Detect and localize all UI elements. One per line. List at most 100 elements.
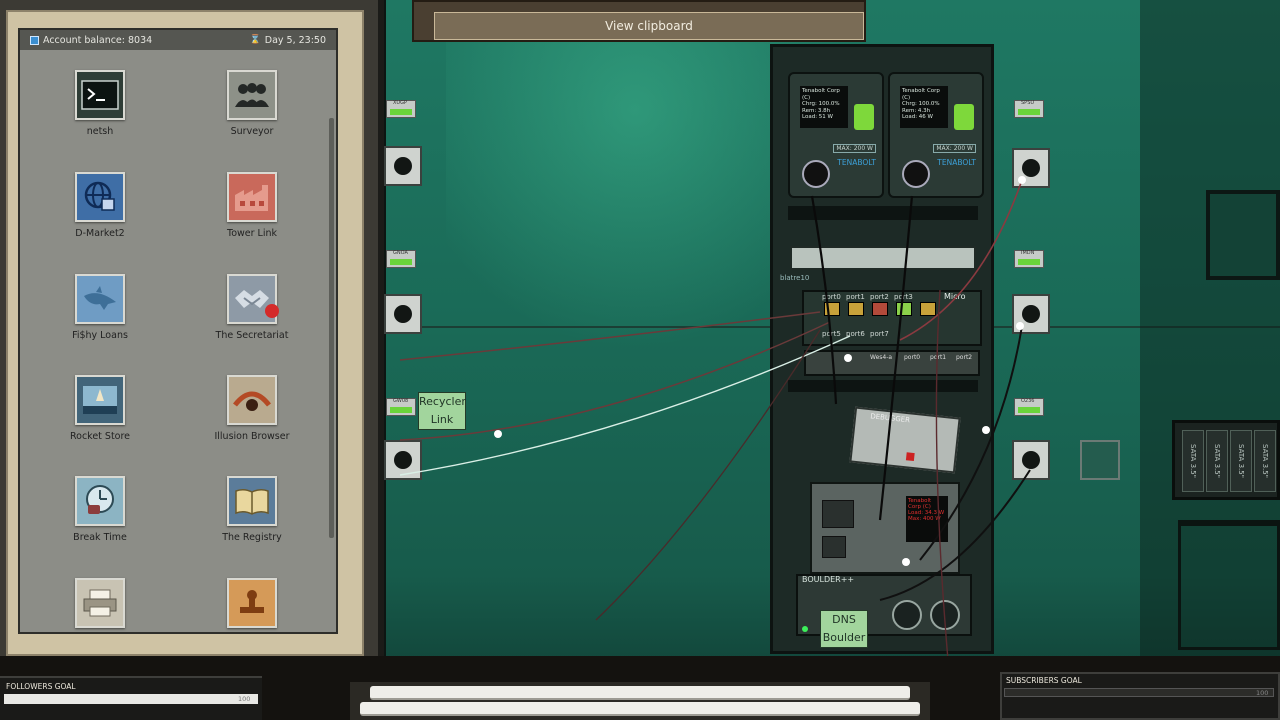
port-label: port0 xyxy=(904,354,921,361)
globe-icon[interactable] xyxy=(75,172,125,222)
server-unit[interactable]: Tenabolt Corp (C) Load: 34.3 W Max: 400 W xyxy=(810,482,960,574)
book-icon[interactable] xyxy=(227,476,277,526)
wall-outlet[interactable] xyxy=(1012,294,1050,334)
people-icon[interactable] xyxy=(227,70,277,120)
sata-drive[interactable]: SATA 3.5" xyxy=(1254,430,1276,492)
app-label: Rocket Store xyxy=(69,431,131,442)
wall-outlet[interactable] xyxy=(384,146,422,186)
router-port[interactable] xyxy=(872,302,888,316)
psu-max: MAX: 200 W xyxy=(933,144,976,153)
app-rocket-store[interactable]: Rocket Store xyxy=(50,375,150,442)
status-led xyxy=(802,626,808,632)
debugger-led xyxy=(905,452,915,462)
balance-icon xyxy=(30,35,39,45)
stamp-icon[interactable] xyxy=(227,578,277,628)
psu-left[interactable]: Tenabolt Corp (C) Chrg: 100.0% Rem: 3.8h Loa… xyxy=(788,72,884,198)
handshake-icon[interactable] xyxy=(227,274,279,324)
app-label: D-Market2 xyxy=(75,228,125,239)
eye-icon[interactable] xyxy=(227,375,277,425)
app-stamp[interactable] xyxy=(202,578,302,628)
rack-shelf xyxy=(788,206,978,220)
module-label: Wes4-a xyxy=(870,354,893,361)
router-port[interactable] xyxy=(848,302,864,316)
sata-drive[interactable]: SATA 3.5" xyxy=(1230,430,1252,492)
keyboard-row xyxy=(360,702,920,716)
factory-icon[interactable] xyxy=(227,172,277,222)
router-port[interactable] xyxy=(824,302,840,316)
wall-outlet[interactable] xyxy=(384,294,422,334)
app-label: The Registry xyxy=(222,532,282,543)
psu-display: Tenabolt Corp (C) Chrg: 100.0% Rem: 3.8h Loa… xyxy=(800,86,848,128)
app-netsh[interactable]: netsh xyxy=(50,70,150,137)
psu-brand: TENABOLT xyxy=(837,158,876,167)
keyboard xyxy=(350,682,930,720)
notification-dot xyxy=(265,304,279,318)
empty-wall-outlet[interactable] xyxy=(1080,440,1120,480)
network-switch[interactable] xyxy=(790,246,976,270)
dns-boulder-tag: DNS Boulder xyxy=(820,610,868,648)
status-bar: Account balance: 8034 ⌛ Day 5, 23:50 xyxy=(20,30,336,50)
fan-icon xyxy=(930,600,960,630)
psu-right[interactable]: Tenabolt Corp (C) Chrg: 100.0% Rem: 4.3h Loa… xyxy=(888,72,984,198)
side-table xyxy=(1178,520,1280,650)
subscribers-goal-title: SUBSCRIBERS GOAL xyxy=(1006,676,1082,685)
app-fishy-loans[interactable]: Fi$hy Loans xyxy=(50,274,150,341)
app-tower-link[interactable]: Tower Link xyxy=(202,172,302,239)
battery-indicator xyxy=(854,104,874,130)
server-display: Tenabolt Corp (C) Load: 34.3 W Max: 400 W xyxy=(906,496,948,542)
clock-cup-icon[interactable] xyxy=(75,476,125,526)
app-illusion-browser[interactable]: Illusion Browser xyxy=(202,375,302,442)
router-port[interactable] xyxy=(920,302,936,316)
port-label: port5 xyxy=(822,330,841,338)
app-d-market2[interactable]: D-Market2 xyxy=(50,172,150,239)
wall-outlet[interactable] xyxy=(384,440,422,480)
subscribers-goal-max: 100 xyxy=(1256,689,1269,697)
app-label: Fi$hy Loans xyxy=(72,330,128,341)
app-surveyor[interactable]: Surveyor xyxy=(202,70,302,137)
psu-socket[interactable] xyxy=(802,160,830,188)
rack-shelf xyxy=(788,380,978,392)
app-break-time[interactable]: Break Time xyxy=(50,476,150,543)
router-label: Micro xyxy=(944,292,966,301)
rocket-store-icon[interactable] xyxy=(75,375,125,425)
view-clipboard-button[interactable]: View clipboard xyxy=(434,12,864,40)
switch-label: blatre10 xyxy=(780,274,810,282)
debugger-label: DEBUGGER xyxy=(869,412,911,425)
wall-outlet[interactable] xyxy=(1012,148,1050,188)
psu-socket[interactable] xyxy=(902,160,930,188)
wall-outlet[interactable] xyxy=(1012,440,1050,480)
boulder-label: BOULDER++ xyxy=(802,575,855,584)
debugger-device[interactable]: DEBUGGER xyxy=(849,406,961,474)
app-label: Break Time xyxy=(73,532,127,543)
account-balance: Account balance: 8034 xyxy=(43,34,153,46)
socket-label: IMDN xyxy=(1014,250,1044,268)
port-label: port0 xyxy=(822,293,841,301)
desktop-scrollbar[interactable] xyxy=(329,118,334,538)
app-the-registry[interactable]: The Registry xyxy=(202,476,302,543)
subscribers-progress-bar xyxy=(1004,688,1274,697)
port-label: port2 xyxy=(870,293,889,301)
psu-max: MAX: 200 W xyxy=(833,144,876,153)
socket-label: SPSU xyxy=(1014,100,1044,118)
port-label: port1 xyxy=(846,293,865,301)
port-label: port6 xyxy=(846,330,865,338)
printer-icon[interactable] xyxy=(75,578,125,628)
router-expansion[interactable]: Wes4-a port0 port1 port2 xyxy=(804,350,980,376)
sata-drive[interactable]: SATA 3.5" xyxy=(1206,430,1228,492)
app-label: Tower Link xyxy=(227,228,277,239)
wall-window xyxy=(1206,190,1280,280)
day-time: Day 5, 23:50 xyxy=(264,34,326,46)
app-printer[interactable] xyxy=(50,578,150,628)
shark-icon[interactable] xyxy=(75,274,125,324)
sata-drive[interactable]: SATA 3.5" xyxy=(1182,430,1204,492)
socket-label: O236 xyxy=(1014,398,1044,416)
socket-label: XUGP xyxy=(386,100,416,118)
socket-label: GW08 xyxy=(386,398,416,416)
psu-brand: TENABOLT xyxy=(937,158,976,167)
app-the-secretariat[interactable]: The Secretariat xyxy=(202,274,302,341)
socket-label: GNOA xyxy=(386,250,416,268)
fan-icon xyxy=(892,600,922,630)
hourglass-icon: ⌛ xyxy=(249,35,261,45)
terminal-icon[interactable] xyxy=(75,70,125,120)
router-port[interactable] xyxy=(896,302,912,316)
